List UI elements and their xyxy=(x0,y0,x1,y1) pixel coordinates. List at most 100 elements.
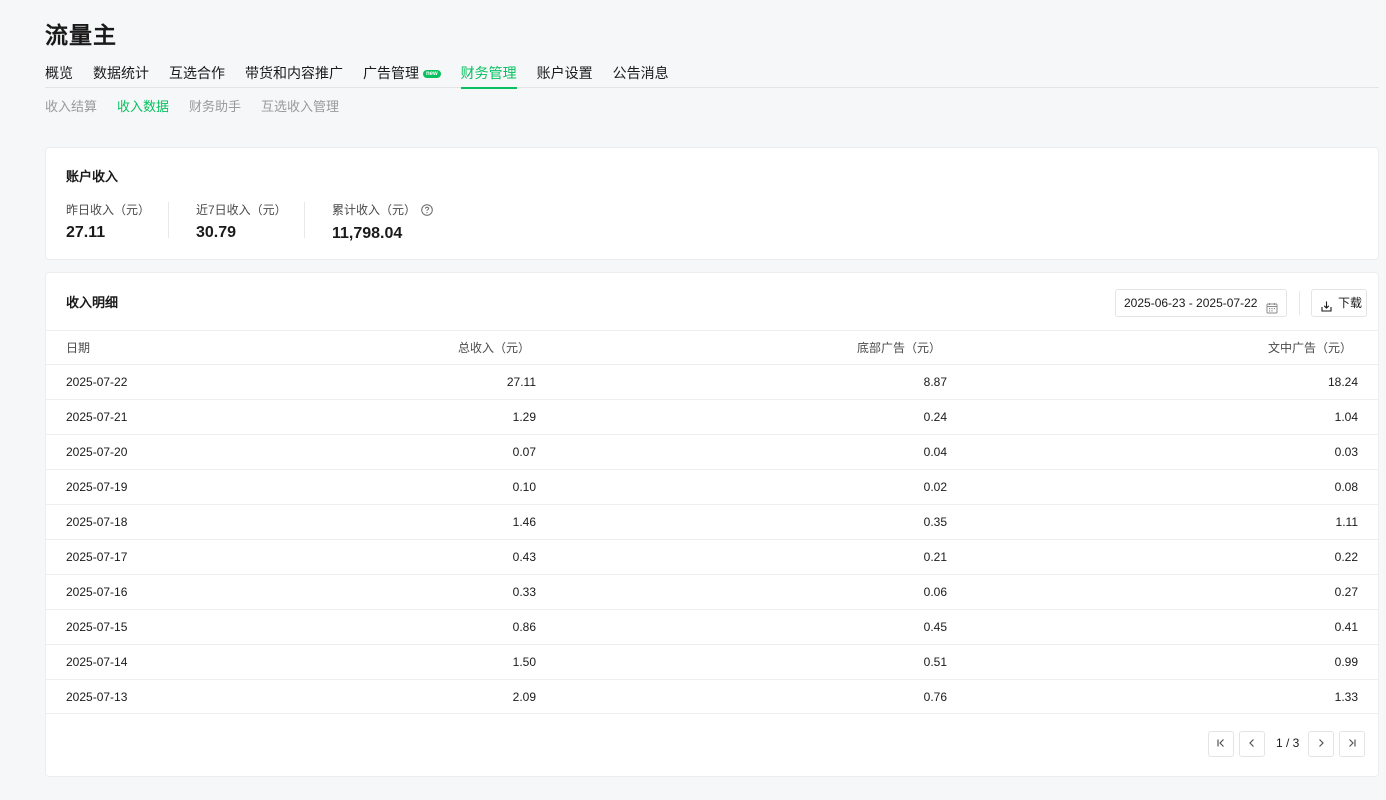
cell-inline-ad: 0.27 xyxy=(1334,585,1358,599)
column-header-total: 总收入（元） xyxy=(457,341,530,355)
cell-inline-ad: 18.24 xyxy=(1327,375,1358,389)
stat-label: 近7日收入（元） xyxy=(196,203,287,217)
stat-total: 累计收入（元） 11,798.04 xyxy=(332,201,433,242)
tab-finance-management[interactable]: 财务管理 xyxy=(460,62,517,89)
last-page-button[interactable] xyxy=(1339,731,1365,757)
cell-date: 2025-07-19 xyxy=(66,480,128,494)
income-detail-title: 收入明细 xyxy=(66,295,119,310)
sub-nav: 收入结算 收入数据 财务助手 互选收入管理 xyxy=(45,96,359,115)
cell-total: 0.86 xyxy=(512,620,536,634)
subtab-finance-assistant[interactable]: 财务助手 xyxy=(189,96,241,115)
cell-bottom-ad: 0.35 xyxy=(923,515,947,529)
last-page-icon xyxy=(1347,735,1357,753)
table-row: 2025-07-21 1.29 0.24 1.04 xyxy=(46,399,1378,434)
column-header-bottom-ad: 底部广告（元） xyxy=(856,341,941,355)
main-nav: 概览 数据统计 互选合作 带货和内容推广 广告管理 new 财务管理 账户设置 公… xyxy=(45,62,1379,89)
table-header: 日期 总收入（元） 底部广告（元） 文中广告（元） xyxy=(46,330,1378,364)
cell-bottom-ad: 0.45 xyxy=(923,620,947,634)
cell-date: 2025-07-21 xyxy=(66,410,128,424)
page-title: 流量主 xyxy=(45,22,117,48)
cell-date: 2025-07-16 xyxy=(66,585,128,599)
tab-label: 账户设置 xyxy=(536,65,593,81)
cell-bottom-ad: 0.02 xyxy=(923,480,947,494)
tab-ad-management[interactable]: 广告管理 new xyxy=(363,62,441,88)
tab-account-settings[interactable]: 账户设置 xyxy=(537,62,593,88)
table-row: 2025-07-18 1.46 0.35 1.11 xyxy=(46,504,1378,539)
cell-inline-ad: 0.08 xyxy=(1334,480,1358,494)
first-page-button[interactable] xyxy=(1208,731,1234,757)
subtab-income-settlement[interactable]: 收入结算 xyxy=(45,96,97,115)
table-row: 2025-07-20 0.07 0.04 0.03 xyxy=(46,434,1378,469)
cell-inline-ad: 0.22 xyxy=(1334,550,1358,564)
cell-date: 2025-07-20 xyxy=(66,445,128,459)
subtab-income-data[interactable]: 收入数据 xyxy=(117,96,169,115)
stat-yesterday: 昨日收入（元） 27.11 xyxy=(66,201,150,241)
first-page-icon xyxy=(1216,735,1226,753)
tab-overview[interactable]: 概览 xyxy=(45,62,73,88)
cell-total: 0.10 xyxy=(512,480,536,494)
cell-total: 1.50 xyxy=(512,655,536,669)
table-body: 2025-07-22 27.11 8.87 18.24 2025-07-21 1.29 0.… xyxy=(46,364,1378,714)
account-income-title: 账户收入 xyxy=(66,169,119,184)
tab-label: 互选合作 xyxy=(169,65,225,81)
tab-label: 公告消息 xyxy=(612,65,669,81)
date-range-picker[interactable]: 2025-06-23 - 2025-07-22 xyxy=(1115,289,1287,317)
cell-date: 2025-07-17 xyxy=(66,550,128,564)
tab-label: 财务管理 xyxy=(460,65,517,81)
toolbar-divider xyxy=(1299,291,1300,315)
cell-inline-ad: 0.99 xyxy=(1334,655,1358,669)
cell-total: 0.43 xyxy=(512,550,536,564)
table-row: 2025-07-14 1.50 0.51 0.99 xyxy=(46,644,1378,679)
page-indicator: 1 / 3 xyxy=(1276,736,1300,750)
table-row: 2025-07-17 0.43 0.21 0.22 xyxy=(46,539,1378,574)
tab-label: 概览 xyxy=(45,65,73,81)
stat-value: 30.79 xyxy=(196,224,237,241)
income-table: 日期 总收入（元） 底部广告（元） 文中广告（元） 2025-07-22 27.1… xyxy=(46,330,1378,714)
prev-page-button[interactable] xyxy=(1239,731,1265,757)
next-page-button[interactable] xyxy=(1308,731,1334,757)
tab-announcements[interactable]: 公告消息 xyxy=(613,62,669,88)
cell-total: 0.07 xyxy=(512,445,536,459)
column-header-date: 日期 xyxy=(66,341,91,355)
chevron-right-icon xyxy=(1316,735,1326,753)
cell-bottom-ad: 0.51 xyxy=(923,655,947,669)
tab-data-statistics[interactable]: 数据统计 xyxy=(93,62,149,88)
table-row: 2025-07-16 0.33 0.06 0.27 xyxy=(46,574,1378,609)
cell-inline-ad: 1.33 xyxy=(1334,689,1358,704)
cell-bottom-ad: 0.21 xyxy=(923,550,947,564)
cell-bottom-ad: 0.76 xyxy=(923,689,947,704)
table-row: 2025-07-22 27.11 8.87 18.24 xyxy=(46,364,1378,399)
cell-date: 2025-07-13 xyxy=(66,689,128,704)
new-badge: new xyxy=(423,70,441,78)
income-detail-card: 收入明细 2025-06-23 - 2025-07-22 下载 日期 总收入（元… xyxy=(45,272,1379,777)
cell-bottom-ad: 0.24 xyxy=(923,410,947,424)
cell-date: 2025-07-14 xyxy=(66,655,128,669)
cell-total: 2.09 xyxy=(512,689,536,704)
cell-date: 2025-07-18 xyxy=(66,515,128,529)
column-header-inline-ad: 文中广告（元） xyxy=(1267,341,1352,355)
table-row: 2025-07-19 0.10 0.02 0.08 xyxy=(46,469,1378,504)
cell-inline-ad: 0.03 xyxy=(1334,445,1358,459)
chevron-left-icon xyxy=(1247,735,1257,753)
stat-label: 累计收入（元） xyxy=(332,201,433,219)
calendar-icon xyxy=(1266,297,1278,323)
cell-date: 2025-07-15 xyxy=(66,620,128,634)
subtab-mutual-income[interactable]: 互选收入管理 xyxy=(261,96,339,115)
download-icon xyxy=(1320,296,1333,322)
cell-total: 1.29 xyxy=(512,410,536,424)
cell-inline-ad: 1.11 xyxy=(1335,515,1358,529)
download-button[interactable]: 下载 xyxy=(1311,289,1367,317)
stat-value: 27.11 xyxy=(66,224,106,241)
tab-mutual-selection[interactable]: 互选合作 xyxy=(169,62,225,88)
account-income-card: 账户收入 昨日收入（元） 27.11 近7日收入（元） 30.79 累计收入（元… xyxy=(45,147,1379,260)
stat-label-text: 累计收入（元） xyxy=(332,203,417,217)
download-label: 下载 xyxy=(1338,296,1363,310)
help-icon[interactable] xyxy=(421,204,433,219)
cell-bottom-ad: 0.04 xyxy=(923,445,947,459)
tab-label: 广告管理 xyxy=(363,65,419,81)
table-row: 2025-07-13 2.09 0.76 1.33 xyxy=(46,679,1378,714)
stat-last7: 近7日收入（元） 30.79 xyxy=(196,201,287,241)
tab-goods-promotion[interactable]: 带货和内容推广 xyxy=(245,62,343,88)
tab-label: 数据统计 xyxy=(93,65,149,81)
cell-bottom-ad: 0.06 xyxy=(923,585,947,599)
